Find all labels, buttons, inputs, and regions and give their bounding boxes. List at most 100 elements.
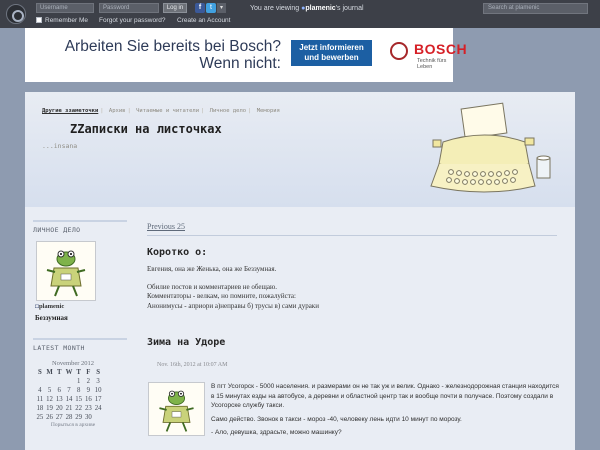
calendar-day: 27 xyxy=(55,414,63,421)
calendar-day: 16 xyxy=(84,396,92,403)
nav-item-friends[interactable]: Читаемые и читатели xyxy=(136,108,199,114)
ad-slogan: Technik fürs Leben xyxy=(417,58,447,70)
typewriter-illustration xyxy=(430,102,551,193)
ad-brand: BOSCH xyxy=(414,41,468,57)
about-line: Комментаторы - велкам, но помните, пожал… xyxy=(147,292,296,300)
create-account-link[interactable]: Create an Account xyxy=(177,17,230,24)
weekday: F xyxy=(86,369,91,376)
livejournal-logo-icon[interactable] xyxy=(6,4,26,24)
calendar-day: 3 xyxy=(96,378,100,385)
about-line: Анонимусы - априори а)неправы б) трусы в… xyxy=(147,301,319,310)
latest-month-header: LATEST MONTH xyxy=(33,338,127,352)
chevron-down-icon[interactable]: ▾ xyxy=(217,3,226,13)
calendar-day: 24 xyxy=(94,405,102,412)
journal-title[interactable]: ZZаписки на листочках xyxy=(70,122,222,136)
calendar-day: 6 xyxy=(57,387,61,394)
forgot-password-link[interactable]: Forgot your password? xyxy=(99,17,165,24)
post-paragraph: - Ало, девушка, здрасьте, можно машинку? xyxy=(211,429,342,436)
post-userpic[interactable] xyxy=(148,382,205,436)
calendar-day: 1 xyxy=(76,378,81,385)
journal-frame: Другие ззаметочки | Архив | Читаемые и чит… xyxy=(25,92,575,450)
username-input[interactable]: Username xyxy=(36,3,94,13)
calendar-day: 17 xyxy=(94,396,102,403)
viewing-journal-indicator: You are viewing ●plamenic's journal xyxy=(250,5,364,12)
calendar-day: 19 xyxy=(46,405,53,412)
weekday: T xyxy=(56,369,62,376)
journal-subtitle: ...insana xyxy=(42,142,78,150)
journal-nav: Другие ззаметочки | Архив | Читаемые и чит… xyxy=(42,108,280,114)
calendar-day: 11 xyxy=(36,396,44,403)
weekday: W xyxy=(65,369,73,376)
search-input[interactable]: Search at plamenic xyxy=(483,3,588,14)
previous-entries-link[interactable]: Previous 25 xyxy=(147,222,185,231)
post-title[interactable]: Зима на Удоре xyxy=(147,337,225,348)
calendar-day: 2 xyxy=(86,378,91,385)
calendar-day: 15 xyxy=(75,396,83,403)
journal-header: Другие ззаметочки | Архив | Читаемые и чит… xyxy=(25,92,575,207)
calendar-day: 8 xyxy=(76,387,81,394)
divider xyxy=(147,235,557,236)
calendar-day: 5 xyxy=(47,387,52,394)
post-paragraph: В пгт Усогорск - 5000 населения. и разме… xyxy=(211,383,559,409)
calendar-day: 30 xyxy=(84,414,92,421)
calendar-day: 4 xyxy=(38,387,42,394)
weekday: T xyxy=(76,369,81,376)
remember-me-label: Remember Me xyxy=(45,17,88,24)
calendar-day xyxy=(64,377,74,386)
calendar-day: 28 xyxy=(65,414,73,421)
viewing-user-link[interactable]: plamenic xyxy=(305,5,335,12)
nav-item-profile[interactable]: Личное дело xyxy=(210,108,246,114)
remember-me-checkbox[interactable]: Remember Me xyxy=(36,17,88,24)
post-paragraph: Само действо. Звонок в такси - мороз -40… xyxy=(211,415,462,423)
userpic-avatar[interactable] xyxy=(36,241,96,301)
calendar-widget: November 2012 S M T W T F S 123 4 5 6 7 8 9 10… xyxy=(33,360,113,428)
top-navigation-bar: Username Password Log in f t ▾ Remember … xyxy=(0,0,600,28)
calendar-day xyxy=(35,377,45,386)
calendar-day: 20 xyxy=(55,405,63,412)
nav-item-archive[interactable]: Архив xyxy=(109,108,126,114)
advertisement-banner[interactable]: Arbeiten Sie bereits bei Bosch? Wenn nic… xyxy=(25,28,467,82)
calendar-day: 10 xyxy=(94,387,102,394)
frog-userpic-icon xyxy=(159,390,194,432)
weekday: S xyxy=(37,369,42,376)
calendar-day: 26 xyxy=(46,414,53,421)
calendar-day: 25 xyxy=(36,414,44,421)
calendar-day: 21 xyxy=(65,405,73,412)
about-post-body: Евгения, она же Женька, она же Беззумная… xyxy=(147,265,557,311)
weekday: M xyxy=(46,369,53,376)
profile-section-header: ЛИЧНОЕ ДЕЛО xyxy=(33,220,127,234)
frog-userpic-icon xyxy=(46,250,86,297)
ad-cta-button[interactable]: Jetzt informieren und bewerben xyxy=(291,40,372,66)
calendar-day xyxy=(54,377,64,386)
calendar-day: 7 xyxy=(67,387,71,394)
calendar-day xyxy=(93,413,103,422)
nav-item-recent[interactable]: Другие ззаметочки xyxy=(42,108,98,114)
calendar-day: 13 xyxy=(55,396,63,403)
about-line: Евгения, она же Женька, она же Беззумная… xyxy=(147,265,277,273)
calendar-day xyxy=(45,377,55,386)
user-link[interactable]: ◘plamenic xyxy=(35,303,64,310)
about-line: Обилие постов и комментариев не обещаю. xyxy=(147,282,277,291)
facebook-icon[interactable]: f xyxy=(195,3,205,13)
calendar-day: 23 xyxy=(84,405,92,412)
password-input[interactable]: Password xyxy=(99,3,159,13)
about-post-title[interactable]: Коротко о: xyxy=(147,247,207,258)
weekday: S xyxy=(96,369,100,376)
calendar-day: 9 xyxy=(86,387,91,394)
user-display-name: Беззумная xyxy=(35,314,68,322)
calendar-day: 29 xyxy=(75,414,83,421)
post-date: Nov. 16th, 2012 at 10:07 AM xyxy=(157,362,228,368)
calendar-day: 18 xyxy=(36,405,44,412)
calendar-table: S M T W T F S 123 4 5 6 7 8 9 10 11 12 13 14 15 16 1… xyxy=(35,368,103,422)
calendar-day: 22 xyxy=(75,405,83,412)
calendar-day: 14 xyxy=(65,396,73,403)
calendar-day: 12 xyxy=(46,396,53,403)
login-button[interactable]: Log in xyxy=(163,3,187,13)
twitter-icon[interactable]: t xyxy=(206,3,216,13)
ad-question-text: Arbeiten Sie bereits bei Bosch? Wenn nic… xyxy=(64,38,281,72)
post-body: В пгт Усогорск - 5000 населения. и разме… xyxy=(211,382,563,442)
nav-item-memories[interactable]: Мемория xyxy=(257,108,280,114)
calendar-title[interactable]: November 2012 xyxy=(33,360,113,367)
browse-archive-link[interactable]: Порыться в архиве xyxy=(33,422,113,428)
checkbox-box[interactable] xyxy=(36,17,42,24)
